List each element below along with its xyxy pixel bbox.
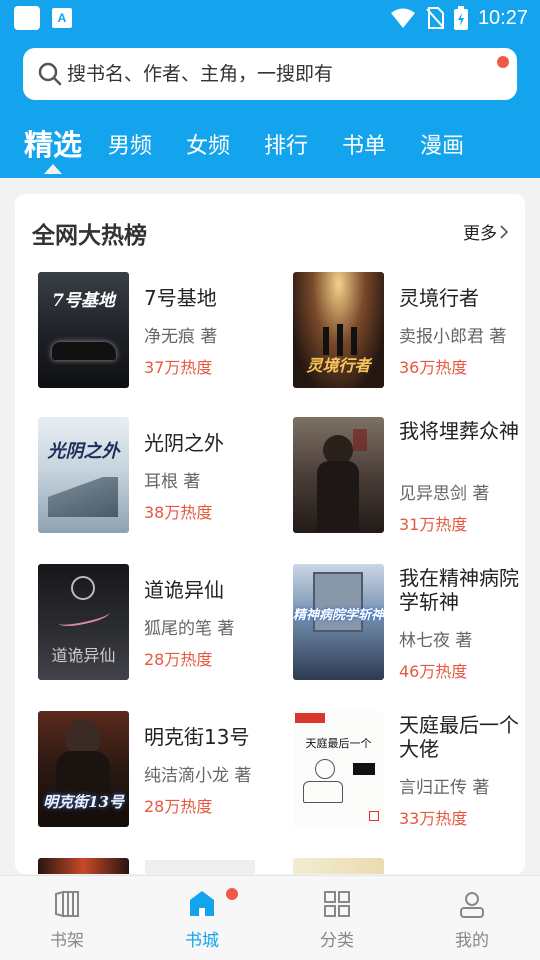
more-link[interactable]: 更多 bbox=[463, 219, 509, 244]
book-cover bbox=[293, 417, 384, 533]
book-heat: 37万热度 bbox=[144, 358, 213, 377]
book-title-partial bbox=[145, 860, 255, 874]
nav-bookshelf[interactable]: 书架 bbox=[27, 888, 107, 951]
section-title: 全网大热榜 bbox=[32, 223, 147, 249]
book-cover: 精神病院学斩神 bbox=[293, 564, 384, 680]
active-tab-indicator bbox=[44, 164, 62, 174]
no-sim-icon bbox=[426, 7, 444, 29]
profile-icon bbox=[460, 892, 484, 918]
book-title: 光阴之外 bbox=[144, 431, 224, 455]
nav-label: 我的 bbox=[455, 931, 489, 951]
more-label: 更多 bbox=[463, 224, 497, 244]
category-tabs: 精选 男频 女频 排行 书单 漫画 bbox=[0, 118, 540, 174]
nav-notification-dot bbox=[226, 888, 238, 900]
book-cover: 天庭最后一个 bbox=[293, 711, 384, 827]
book-item[interactable]: 我将埋葬众神 见异思剑 著 31万热度 bbox=[293, 417, 525, 534]
notification-a-icon: A bbox=[52, 8, 72, 28]
tab-female[interactable]: 女频 bbox=[186, 128, 230, 160]
book-author: 见异思剑 著 bbox=[399, 484, 490, 504]
book-cover-partial bbox=[293, 858, 384, 874]
nav-label: 分类 bbox=[320, 931, 354, 951]
wifi-icon bbox=[390, 8, 415, 28]
book-title: 7号基地 bbox=[144, 286, 217, 310]
search-icon bbox=[38, 62, 62, 86]
tab-ranking[interactable]: 排行 bbox=[264, 128, 308, 160]
book-author: 纯洁滴小龙 著 bbox=[144, 766, 252, 786]
top-header: A 10:27 精选 男频 女频 排行 书单 漫画 bbox=[0, 0, 540, 178]
nav-category[interactable]: 分类 bbox=[297, 888, 377, 951]
book-heat: 46万热度 bbox=[399, 662, 468, 681]
book-item[interactable]: 道诡异仙 道诡异仙 狐尾的笔 著 28万热度 bbox=[38, 564, 278, 680]
battery-icon bbox=[453, 6, 468, 30]
book-heat: 38万热度 bbox=[144, 503, 213, 522]
book-cover: 道诡异仙 bbox=[38, 564, 129, 680]
book-author: 卖报小郎君 著 bbox=[399, 327, 507, 347]
book-author: 耳根 著 bbox=[144, 472, 201, 492]
book-author: 言归正传 著 bbox=[399, 778, 490, 798]
book-cover-partial bbox=[38, 858, 129, 874]
book-title: 道诡异仙 bbox=[144, 578, 224, 602]
book-item[interactable]: 精神病院学斩神 我在精神病院学斩神 林七夜 著 46万热度 bbox=[293, 564, 525, 681]
book-author: 狐尾的笔 著 bbox=[144, 619, 235, 639]
book-author: 林七夜 著 bbox=[399, 631, 473, 651]
book-item[interactable]: 明克街13号 明克街13号 纯洁滴小龙 著 28万热度 bbox=[38, 711, 278, 827]
book-author: 净无痕 著 bbox=[144, 327, 218, 347]
book-cover: 明克街13号 bbox=[38, 711, 129, 827]
tab-comics[interactable]: 漫画 bbox=[420, 128, 464, 160]
nav-label: 书城 bbox=[185, 931, 219, 951]
book-title: 我将埋葬众神 bbox=[399, 419, 519, 443]
search-bar[interactable] bbox=[23, 48, 517, 100]
book-title: 天庭最后一个大佬 bbox=[399, 713, 519, 761]
book-heat: 28万热度 bbox=[144, 797, 213, 816]
clock: 10:27 bbox=[477, 6, 528, 29]
book-title: 明克街13号 bbox=[144, 725, 250, 749]
book-item[interactable]: 灵境行者 灵境行者 卖报小郎君 著 36万热度 bbox=[293, 272, 525, 388]
book-heat: 36万热度 bbox=[399, 358, 468, 377]
notification-dot bbox=[497, 56, 509, 68]
bookstore-icon bbox=[190, 891, 214, 916]
nav-label: 书架 bbox=[50, 931, 84, 951]
status-bar: A 10:27 bbox=[0, 0, 540, 36]
book-item[interactable]: 光阴之外 光阴之外 耳根 著 38万热度 bbox=[38, 417, 278, 533]
status-icons: 10:27 bbox=[390, 5, 528, 31]
search-input[interactable] bbox=[67, 63, 487, 85]
chevron-right-icon bbox=[500, 224, 509, 239]
book-heat: 28万热度 bbox=[144, 650, 213, 669]
bookshelf-icon bbox=[55, 890, 79, 918]
notification-app-icon bbox=[14, 6, 40, 30]
tab-male[interactable]: 男频 bbox=[108, 128, 152, 160]
book-heat: 31万热度 bbox=[399, 515, 468, 534]
book-item[interactable]: 7号基地 7号基地 净无痕 著 37万热度 bbox=[38, 272, 278, 388]
bottom-navigation: 书架 书城 分类 我的 bbox=[0, 875, 540, 960]
hot-list-card: 全网大热榜 更多 7号基地 7号基地 净无痕 著 37万热度 灵境行者 灵境行者… bbox=[15, 194, 525, 874]
book-title: 灵境行者 bbox=[399, 286, 479, 310]
category-icon bbox=[324, 891, 350, 917]
book-title: 我在精神病院学斩神 bbox=[399, 566, 519, 614]
tab-featured[interactable]: 精选 bbox=[24, 122, 82, 164]
nav-profile[interactable]: 我的 bbox=[432, 888, 512, 951]
book-item[interactable]: 天庭最后一个 天庭最后一个大佬 言归正传 著 33万热度 bbox=[293, 711, 525, 828]
book-heat: 33万热度 bbox=[399, 809, 468, 828]
tab-booklist[interactable]: 书单 bbox=[342, 128, 386, 160]
book-cover: 7号基地 bbox=[38, 272, 129, 388]
book-cover: 灵境行者 bbox=[293, 272, 384, 388]
book-cover: 光阴之外 bbox=[38, 417, 129, 533]
